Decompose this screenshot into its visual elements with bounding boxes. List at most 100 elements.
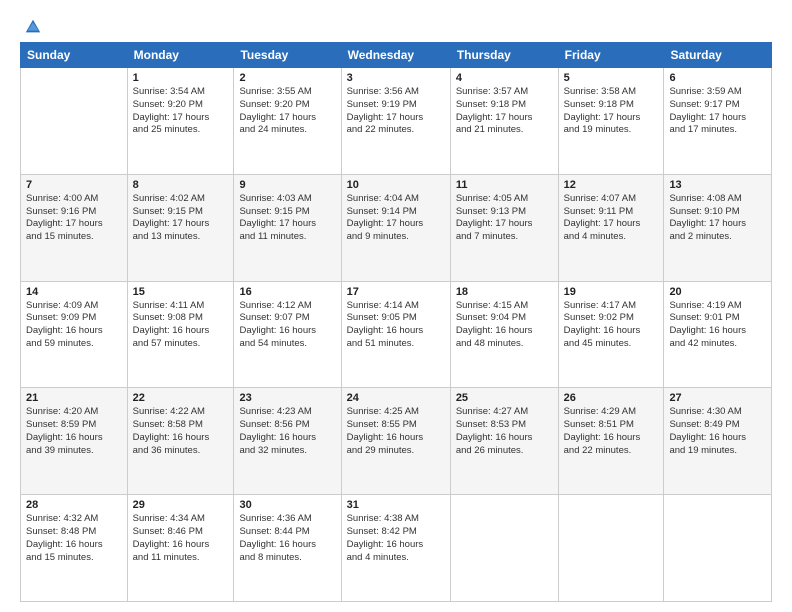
day-number: 21 bbox=[26, 392, 122, 404]
day-number: 29 bbox=[133, 499, 229, 511]
col-monday: Monday bbox=[127, 43, 234, 68]
day-info: Sunrise: 3:58 AM Sunset: 9:18 PM Dayligh… bbox=[564, 86, 659, 137]
day-number: 11 bbox=[456, 179, 553, 191]
day-info: Sunrise: 4:38 AM Sunset: 8:42 PM Dayligh… bbox=[347, 513, 445, 564]
day-info: Sunrise: 4:29 AM Sunset: 8:51 PM Dayligh… bbox=[564, 406, 659, 457]
day-info: Sunrise: 4:32 AM Sunset: 8:48 PM Dayligh… bbox=[26, 513, 122, 564]
day-number: 14 bbox=[26, 286, 122, 298]
day-info: Sunrise: 4:04 AM Sunset: 9:14 PM Dayligh… bbox=[347, 193, 445, 244]
day-number: 15 bbox=[133, 286, 229, 298]
day-info: Sunrise: 4:07 AM Sunset: 9:11 PM Dayligh… bbox=[564, 193, 659, 244]
table-cell: 26 Sunrise: 4:29 AM Sunset: 8:51 PM Dayli… bbox=[558, 388, 664, 495]
day-info: Sunrise: 4:02 AM Sunset: 9:15 PM Dayligh… bbox=[133, 193, 229, 244]
col-wednesday: Wednesday bbox=[341, 43, 450, 68]
day-number: 3 bbox=[347, 72, 445, 84]
table-cell: 28 Sunrise: 4:32 AM Sunset: 8:48 PM Dayli… bbox=[21, 495, 128, 602]
day-number: 20 bbox=[669, 286, 766, 298]
table-cell: 7 Sunrise: 4:00 AM Sunset: 9:16 PM Daylig… bbox=[21, 174, 128, 281]
day-info: Sunrise: 4:27 AM Sunset: 8:53 PM Dayligh… bbox=[456, 406, 553, 457]
day-number: 16 bbox=[239, 286, 335, 298]
table-cell: 15 Sunrise: 4:11 AM Sunset: 9:08 PM Dayli… bbox=[127, 281, 234, 388]
day-number: 1 bbox=[133, 72, 229, 84]
day-info: Sunrise: 4:11 AM Sunset: 9:08 PM Dayligh… bbox=[133, 300, 229, 351]
day-number: 28 bbox=[26, 499, 122, 511]
table-cell: 10 Sunrise: 4:04 AM Sunset: 9:14 PM Dayli… bbox=[341, 174, 450, 281]
day-number: 25 bbox=[456, 392, 553, 404]
table-cell: 4 Sunrise: 3:57 AM Sunset: 9:18 PM Daylig… bbox=[450, 68, 558, 175]
day-number: 30 bbox=[239, 499, 335, 511]
table-cell: 23 Sunrise: 4:23 AM Sunset: 8:56 PM Dayli… bbox=[234, 388, 341, 495]
table-cell: 21Sunrise: 4:20 AM Sunset: 8:59 PM Dayli… bbox=[21, 388, 128, 495]
table-cell: 9Sunrise: 4:03 AM Sunset: 9:15 PM Daylig… bbox=[234, 174, 341, 281]
col-sunday: Sunday bbox=[21, 43, 128, 68]
table-cell: 20 Sunrise: 4:19 AM Sunset: 9:01 PM Dayli… bbox=[664, 281, 772, 388]
table-cell: 16 Sunrise: 4:12 AM Sunset: 9:07 PM Dayli… bbox=[234, 281, 341, 388]
day-info: Sunrise: 4:14 AM Sunset: 9:05 PM Dayligh… bbox=[347, 300, 445, 351]
table-cell: 11 Sunrise: 4:05 AM Sunset: 9:13 PM Dayli… bbox=[450, 174, 558, 281]
day-number: 10 bbox=[347, 179, 445, 191]
calendar-header-row: Sunday Monday Tuesday Wednesday Thursday… bbox=[21, 43, 772, 68]
day-info: Sunrise: 3:55 AM Sunset: 9:20 PM Dayligh… bbox=[239, 86, 335, 137]
col-saturday: Saturday bbox=[664, 43, 772, 68]
table-cell: 5 Sunrise: 3:58 AM Sunset: 9:18 PM Daylig… bbox=[558, 68, 664, 175]
day-number: 13 bbox=[669, 179, 766, 191]
day-info: Sunrise: 4:12 AM Sunset: 9:07 PM Dayligh… bbox=[239, 300, 335, 351]
day-info: Sunrise: 4:23 AM Sunset: 8:56 PM Dayligh… bbox=[239, 406, 335, 457]
day-number: 12 bbox=[564, 179, 659, 191]
calendar-week-row: 14Sunrise: 4:09 AM Sunset: 9:09 PM Dayli… bbox=[21, 281, 772, 388]
col-friday: Friday bbox=[558, 43, 664, 68]
day-info: Sunrise: 3:54 AM Sunset: 9:20 PM Dayligh… bbox=[133, 86, 229, 137]
calendar-week-row: 7 Sunrise: 4:00 AM Sunset: 9:16 PM Daylig… bbox=[21, 174, 772, 281]
table-cell: 30Sunrise: 4:36 AM Sunset: 8:44 PM Dayli… bbox=[234, 495, 341, 602]
calendar-week-row: 1 Sunrise: 3:54 AM Sunset: 9:20 PM Daylig… bbox=[21, 68, 772, 175]
day-number: 23 bbox=[239, 392, 335, 404]
table-cell: 8Sunrise: 4:02 AM Sunset: 9:15 PM Daylig… bbox=[127, 174, 234, 281]
logo bbox=[20, 18, 42, 32]
day-number: 7 bbox=[26, 179, 122, 191]
table-cell bbox=[21, 68, 128, 175]
logo-icon bbox=[24, 18, 42, 36]
table-cell: 3Sunrise: 3:56 AM Sunset: 9:19 PM Daylig… bbox=[341, 68, 450, 175]
calendar-table: Sunday Monday Tuesday Wednesday Thursday… bbox=[20, 42, 772, 602]
day-number: 17 bbox=[347, 286, 445, 298]
day-number: 6 bbox=[669, 72, 766, 84]
table-cell: 18 Sunrise: 4:15 AM Sunset: 9:04 PM Dayli… bbox=[450, 281, 558, 388]
col-thursday: Thursday bbox=[450, 43, 558, 68]
day-number: 27 bbox=[669, 392, 766, 404]
table-cell: 29 Sunrise: 4:34 AM Sunset: 8:46 PM Dayli… bbox=[127, 495, 234, 602]
day-info: Sunrise: 4:34 AM Sunset: 8:46 PM Dayligh… bbox=[133, 513, 229, 564]
calendar-week-row: 28 Sunrise: 4:32 AM Sunset: 8:48 PM Dayli… bbox=[21, 495, 772, 602]
day-number: 24 bbox=[347, 392, 445, 404]
table-cell bbox=[558, 495, 664, 602]
day-info: Sunrise: 4:03 AM Sunset: 9:15 PM Dayligh… bbox=[239, 193, 335, 244]
day-info: Sunrise: 4:19 AM Sunset: 9:01 PM Dayligh… bbox=[669, 300, 766, 351]
day-number: 18 bbox=[456, 286, 553, 298]
table-cell: 25 Sunrise: 4:27 AM Sunset: 8:53 PM Dayli… bbox=[450, 388, 558, 495]
table-cell bbox=[450, 495, 558, 602]
table-cell: 13 Sunrise: 4:08 AM Sunset: 9:10 PM Dayli… bbox=[664, 174, 772, 281]
day-number: 2 bbox=[239, 72, 335, 84]
table-cell: 19 Sunrise: 4:17 AM Sunset: 9:02 PM Dayli… bbox=[558, 281, 664, 388]
day-number: 4 bbox=[456, 72, 553, 84]
day-info: Sunrise: 4:05 AM Sunset: 9:13 PM Dayligh… bbox=[456, 193, 553, 244]
table-cell: 6Sunrise: 3:59 AM Sunset: 9:17 PM Daylig… bbox=[664, 68, 772, 175]
table-cell bbox=[664, 495, 772, 602]
table-cell: 12 Sunrise: 4:07 AM Sunset: 9:11 PM Dayli… bbox=[558, 174, 664, 281]
day-info: Sunrise: 3:57 AM Sunset: 9:18 PM Dayligh… bbox=[456, 86, 553, 137]
day-info: Sunrise: 4:00 AM Sunset: 9:16 PM Dayligh… bbox=[26, 193, 122, 244]
day-number: 19 bbox=[564, 286, 659, 298]
day-info: Sunrise: 4:17 AM Sunset: 9:02 PM Dayligh… bbox=[564, 300, 659, 351]
day-number: 22 bbox=[133, 392, 229, 404]
table-cell: 14Sunrise: 4:09 AM Sunset: 9:09 PM Dayli… bbox=[21, 281, 128, 388]
day-number: 31 bbox=[347, 499, 445, 511]
day-info: Sunrise: 4:08 AM Sunset: 9:10 PM Dayligh… bbox=[669, 193, 766, 244]
day-info: Sunrise: 4:22 AM Sunset: 8:58 PM Dayligh… bbox=[133, 406, 229, 457]
calendar-week-row: 21Sunrise: 4:20 AM Sunset: 8:59 PM Dayli… bbox=[21, 388, 772, 495]
day-info: Sunrise: 4:15 AM Sunset: 9:04 PM Dayligh… bbox=[456, 300, 553, 351]
table-cell: 1 Sunrise: 3:54 AM Sunset: 9:20 PM Daylig… bbox=[127, 68, 234, 175]
day-number: 5 bbox=[564, 72, 659, 84]
day-info: Sunrise: 4:30 AM Sunset: 8:49 PM Dayligh… bbox=[669, 406, 766, 457]
day-number: 26 bbox=[564, 392, 659, 404]
table-cell: 31 Sunrise: 4:38 AM Sunset: 8:42 PM Dayli… bbox=[341, 495, 450, 602]
table-cell: 24Sunrise: 4:25 AM Sunset: 8:55 PM Dayli… bbox=[341, 388, 450, 495]
